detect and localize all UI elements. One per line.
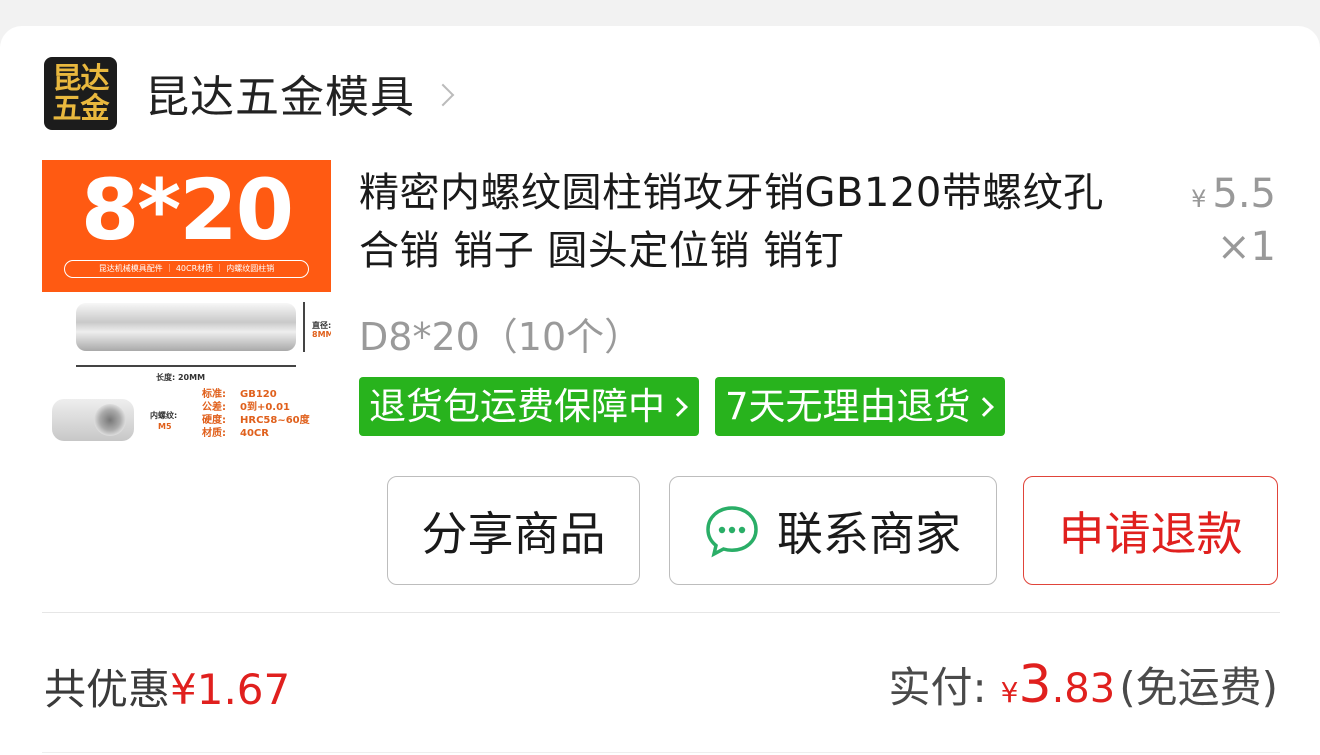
chevron-right-icon [431, 83, 455, 107]
length-dimension-line [76, 365, 296, 367]
wechat-chat-icon [706, 505, 758, 557]
price-value: 5.5 [1212, 171, 1276, 217]
service-tags: 退货包运费保障中 7天无理由退货 [359, 377, 1021, 436]
shop-name[interactable]: 昆达五金模具 [145, 61, 415, 125]
contact-merchant-button[interactable]: 联系商家 [669, 476, 997, 585]
share-product-button[interactable]: 分享商品 [387, 476, 640, 585]
discount-amount: ¥1.67 [170, 665, 291, 714]
length-label: 长度: 20MM [156, 373, 206, 382]
price-currency: ¥ [1191, 185, 1207, 213]
discount-label: 共优惠 [44, 665, 171, 714]
product-quantity: ×1 [1217, 224, 1276, 270]
thumbnail-spec-list: 标准: GB120 公差: 0到+0.01 硬度: HRC58~60度 材质: 40CR [202, 388, 310, 440]
seven-day-return-tag[interactable]: 7天无理由退货 [715, 377, 1005, 436]
product-spec: D8*20（10个） [359, 315, 643, 359]
shop-logo-line2: 五金 [52, 91, 109, 126]
pin-thread-hole [94, 404, 126, 436]
spec-row: 材质: 40CR [202, 428, 269, 439]
shop-logo: 昆达 五金 [44, 56, 117, 130]
shipping-note: (免运费) [1119, 663, 1278, 712]
paid-label: 实付: [888, 663, 987, 712]
pin-illustration [76, 303, 296, 351]
spec-row: 硬度: HRC58~60度 [202, 415, 310, 426]
shop-header[interactable]: 昆达 五金 昆达五金模具 [44, 56, 455, 130]
chevron-right-icon [668, 396, 688, 417]
bottom-divider [42, 752, 1280, 753]
thread-value: M5 [158, 422, 172, 431]
paid-summary: 实付: ¥ 3 .83 (免运费) [889, 654, 1278, 715]
diameter-dimension-line [303, 302, 305, 352]
return-shipping-tag[interactable]: 退货包运费保障中 [359, 377, 699, 436]
order-card: 昆达 五金 昆达五金模具 8*20 昆达机械模具配件 ｜ 40CR材质 ｜ 内螺… [0, 26, 1320, 755]
spec-row: 公差: 0到+0.01 [202, 402, 291, 413]
thread-label: 内螺纹: [150, 411, 178, 420]
request-refund-button[interactable]: 申请退款 [1023, 476, 1278, 585]
product-price: ¥5.5 [1191, 171, 1276, 217]
chevron-right-icon [973, 396, 994, 417]
divider [42, 612, 1280, 613]
paid-decimal: .83 [1051, 666, 1116, 712]
product-title[interactable]: 精密内螺纹圆柱销攻牙销GB120带螺纹孔合销 销子 圆头定位销 销钉 [359, 164, 1119, 280]
diameter-value: 8MM [312, 330, 331, 339]
shop-logo-line1: 昆达 [52, 60, 109, 95]
thumbnail-strip: 昆达机械模具配件 ｜ 40CR材质 ｜ 内螺纹圆柱销 [64, 260, 309, 278]
paid-currency: ¥ [1000, 676, 1019, 709]
product-thumbnail[interactable]: 8*20 昆达机械模具配件 ｜ 40CR材质 ｜ 内螺纹圆柱销 直径: 8MM … [42, 160, 331, 466]
spec-row: 标准: GB120 [202, 389, 277, 400]
thumbnail-size-text: 8*20 [80, 161, 294, 259]
discount-summary: 共优惠¥1.67 [44, 656, 290, 717]
paid-integer: 3 [1018, 655, 1052, 715]
